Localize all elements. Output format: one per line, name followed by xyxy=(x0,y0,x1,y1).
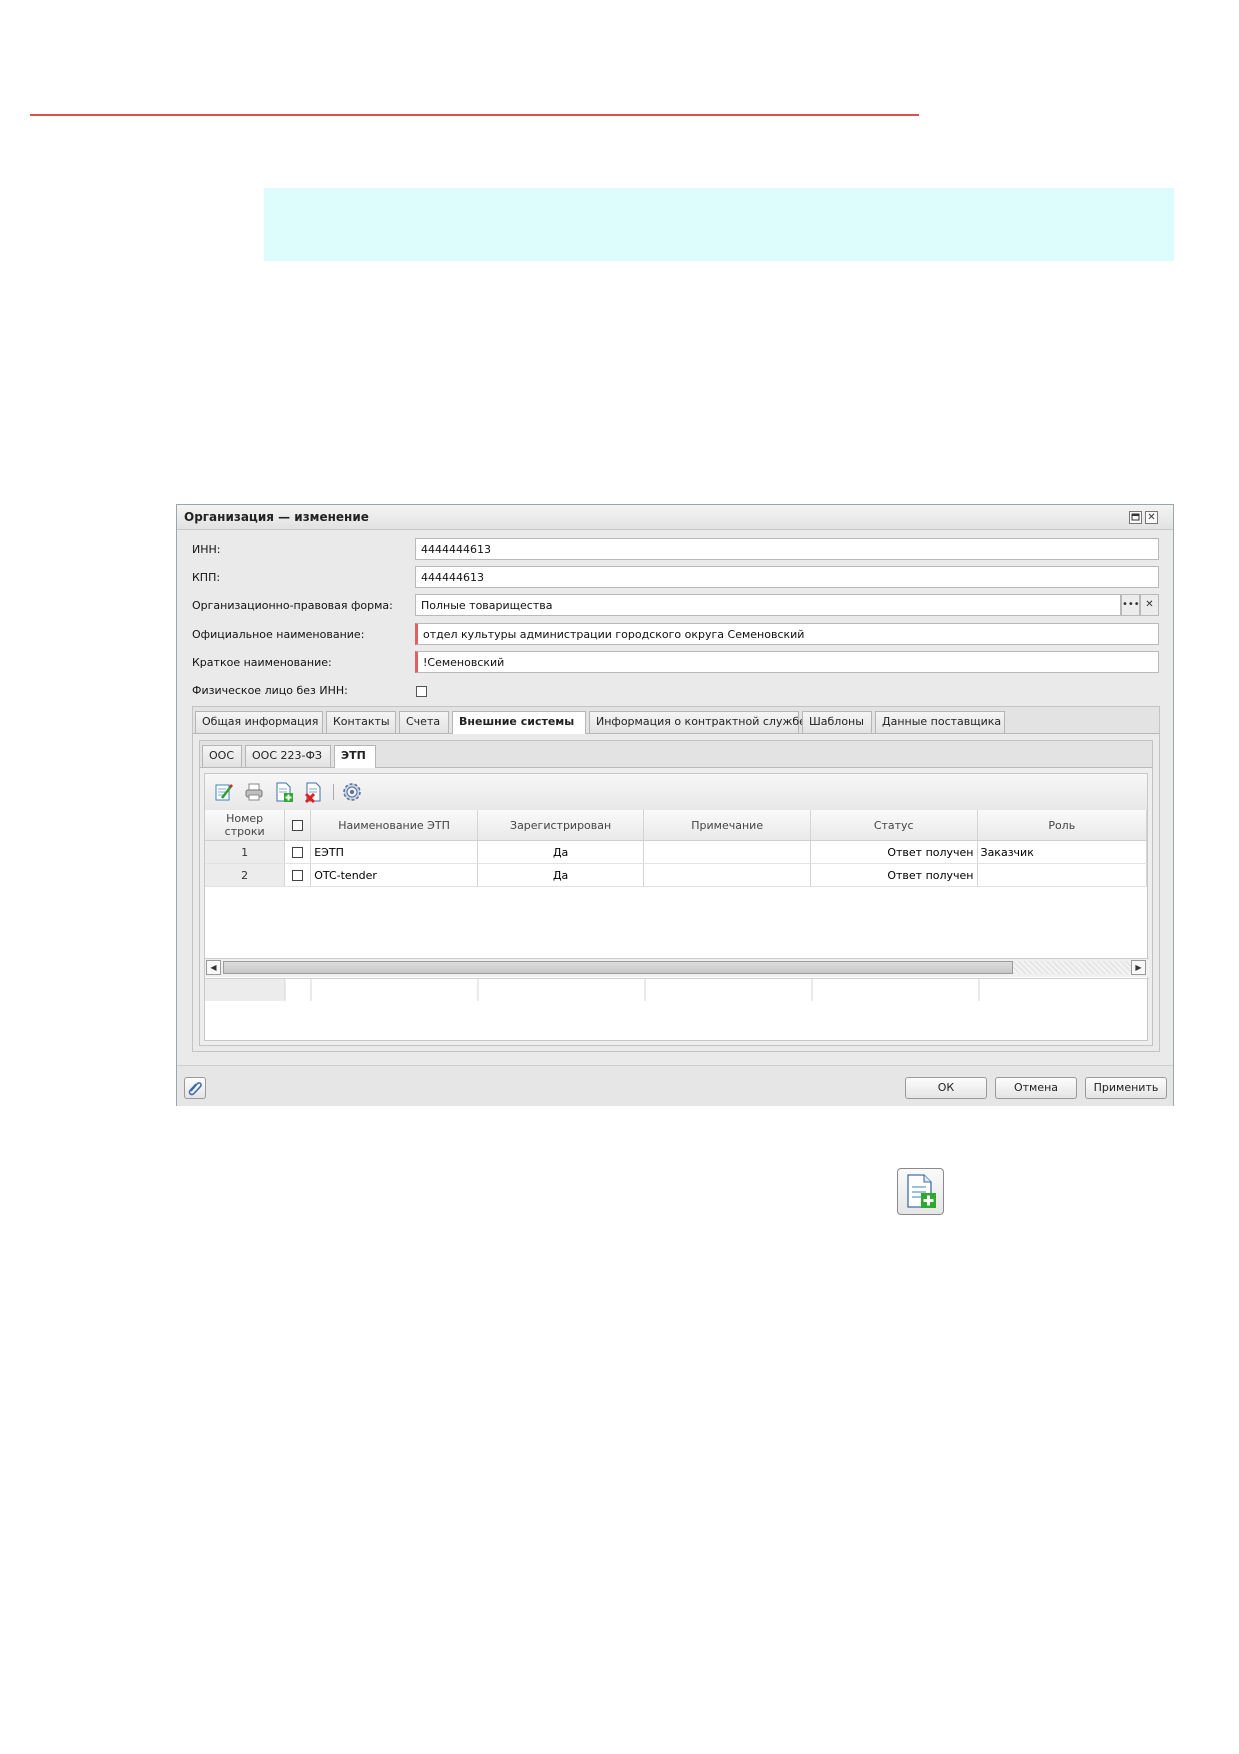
role-cell[interactable]: Заказчик xyxy=(977,840,1148,864)
status-cell[interactable]: Ответ получен xyxy=(810,863,978,887)
maximize-icon[interactable] xyxy=(1129,511,1142,524)
individual-label: Физическое лицо без ИНН: xyxy=(192,684,348,697)
role-cell[interactable] xyxy=(977,863,1148,887)
kpp-field[interactable]: 444444613 xyxy=(415,566,1159,588)
scroll-right-icon[interactable]: ▶ xyxy=(1131,960,1146,975)
grid-toolbar xyxy=(205,774,1147,811)
settings-icon[interactable] xyxy=(341,781,363,803)
scroll-track[interactable] xyxy=(1013,961,1131,974)
organization-edit-dialog: Организация — изменение ✕ ИНН: 444444461… xyxy=(176,504,1174,1106)
grid-summary-row xyxy=(205,978,1149,1001)
table-header-row: Номер строки Наименование ЭТП Зарегистри… xyxy=(205,810,1148,841)
note-cell[interactable] xyxy=(643,863,811,887)
horizontal-scrollbar[interactable]: ◀ ▶ xyxy=(205,958,1149,977)
registered-cell[interactable]: Да xyxy=(477,863,645,887)
add-record-icon-large xyxy=(897,1168,944,1215)
close-icon[interactable]: ✕ xyxy=(1145,511,1158,524)
registered-cell[interactable]: Да xyxy=(477,840,645,864)
subtab-etp[interactable]: ЭТП xyxy=(334,745,376,768)
print-icon[interactable] xyxy=(243,781,265,803)
tab-supplier-data[interactable]: Данные поставщика xyxy=(875,711,1005,733)
official-name-label: Официальное наименование: xyxy=(192,628,365,641)
etp-table: Номер строки Наименование ЭТП Зарегистри… xyxy=(205,810,1148,887)
scroll-left-icon[interactable]: ◀ xyxy=(206,960,221,975)
tab-accounts[interactable]: Счета xyxy=(399,711,449,733)
dialog-title-bar: Организация — изменение ✕ xyxy=(177,505,1173,530)
dialog-title: Организация — изменение xyxy=(184,510,369,524)
add-record-icon[interactable] xyxy=(273,781,295,803)
opf-clear-icon[interactable]: ✕ xyxy=(1140,594,1159,616)
table-row[interactable]: 2 OTC-tender Да Ответ получен xyxy=(205,863,1148,887)
col-header-role[interactable]: Роль xyxy=(977,810,1148,841)
select-all-checkbox[interactable] xyxy=(292,820,304,831)
main-tab-panel: Общая информация Контакты Счета Внешние … xyxy=(192,706,1160,1052)
opf-label: Организационно-правовая форма: xyxy=(192,599,393,612)
etp-name-cell[interactable]: OTC-tender xyxy=(310,863,478,887)
row-checkbox[interactable] xyxy=(292,847,304,858)
col-header-rownum[interactable]: Номер строки xyxy=(205,810,286,841)
kpp-label: КПП: xyxy=(192,571,221,584)
col-header-name[interactable]: Наименование ЭТП xyxy=(310,810,478,841)
sub-tab-strip: ООС ООС 223-ФЗ ЭТП xyxy=(200,741,1152,768)
row-number: 2 xyxy=(205,863,286,887)
tab-external-systems[interactable]: Внешние системы xyxy=(452,711,586,734)
cancel-button[interactable]: Отмена xyxy=(995,1077,1077,1099)
inn-label: ИНН: xyxy=(192,543,221,556)
opf-field[interactable]: Полные товарищества xyxy=(415,594,1121,616)
short-name-field[interactable]: !Семеновский xyxy=(415,651,1159,673)
section-divider-line xyxy=(30,114,919,116)
dialog-button-bar: ОК Отмена Применить xyxy=(177,1065,1173,1106)
attachment-icon[interactable] xyxy=(184,1077,206,1099)
edit-icon[interactable] xyxy=(213,781,235,803)
subtab-oos[interactable]: ООС xyxy=(202,745,242,767)
delete-record-icon[interactable] xyxy=(303,781,325,804)
tab-contract-service[interactable]: Информация о контрактной службе xyxy=(589,711,806,733)
etp-name-cell[interactable]: ЕЭТП xyxy=(310,840,478,864)
row-select-cell[interactable] xyxy=(284,863,312,887)
ok-button[interactable]: ОК xyxy=(905,1077,987,1099)
external-systems-panel: ООС ООС 223-ФЗ ЭТП Номер строки Наименов… xyxy=(199,740,1153,1046)
apply-button[interactable]: Применить xyxy=(1085,1077,1167,1099)
col-header-registered[interactable]: Зарегистрирован xyxy=(477,810,645,841)
row-number: 1 xyxy=(205,840,286,864)
scroll-thumb[interactable] xyxy=(223,961,1013,974)
toolbar-separator xyxy=(333,784,334,800)
subtab-oos-223[interactable]: ООС 223-ФЗ xyxy=(245,745,331,767)
etp-grid-area: Номер строки Наименование ЭТП Зарегистри… xyxy=(204,773,1149,1041)
short-name-label: Краткое наименование: xyxy=(192,656,332,669)
note-cell[interactable] xyxy=(643,840,811,864)
individual-checkbox[interactable] xyxy=(416,686,427,697)
tab-contacts[interactable]: Контакты xyxy=(326,711,396,733)
tab-templates[interactable]: Шаблоны xyxy=(802,711,872,733)
official-name-field[interactable]: отдел культуры администрации городского … xyxy=(415,623,1159,645)
status-cell[interactable]: Ответ получен xyxy=(810,840,978,864)
inn-field[interactable]: 4444444613 xyxy=(415,538,1159,560)
main-tab-strip: Общая информация Контакты Счета Внешние … xyxy=(193,707,1159,734)
tab-general-info[interactable]: Общая информация xyxy=(195,711,323,733)
table-row[interactable]: 1 ЕЭТП Да Ответ получен Заказчик xyxy=(205,840,1148,864)
row-checkbox[interactable] xyxy=(292,870,304,881)
row-select-cell[interactable] xyxy=(284,840,312,864)
note-box xyxy=(264,188,1174,261)
col-header-note[interactable]: Примечание xyxy=(643,810,811,841)
col-header-status[interactable]: Статус xyxy=(810,810,978,841)
opf-select-button[interactable]: ••• xyxy=(1121,594,1140,616)
col-header-select-all[interactable] xyxy=(284,810,312,841)
